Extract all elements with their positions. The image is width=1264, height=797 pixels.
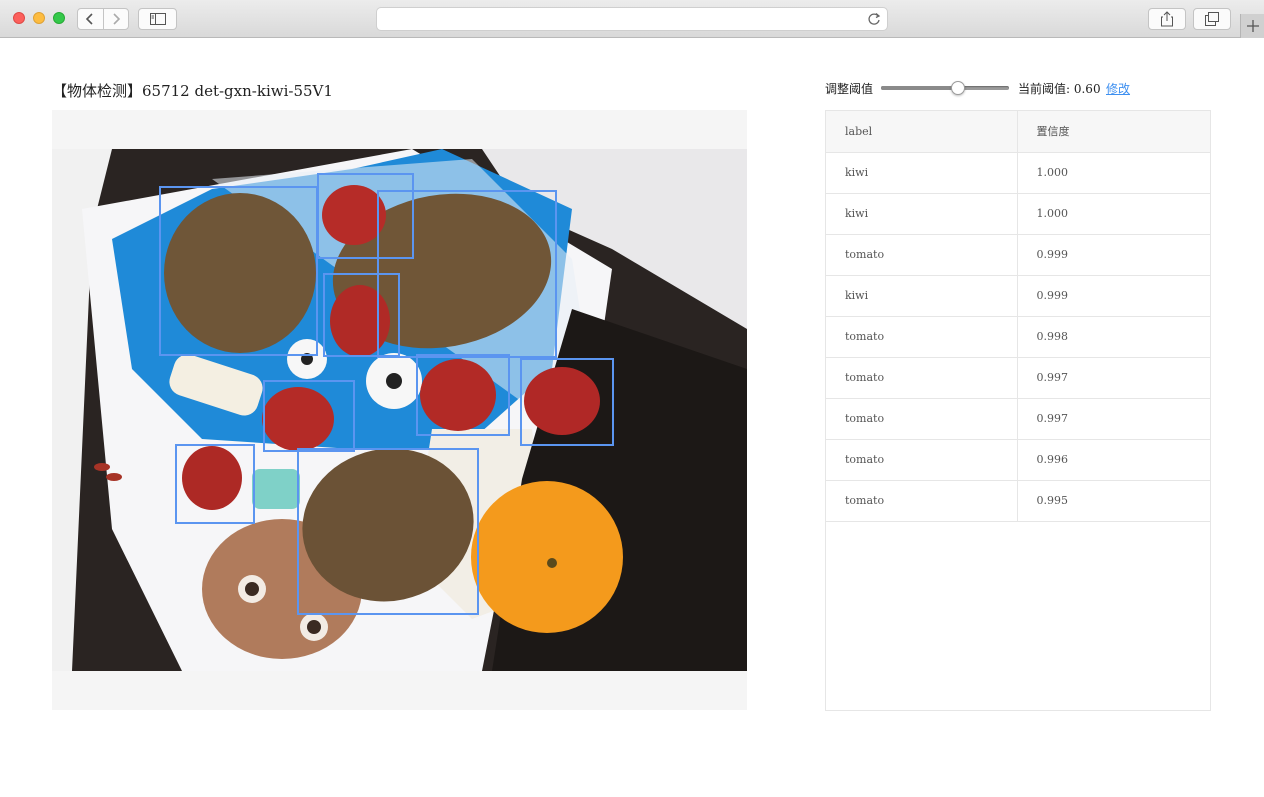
row-label-cell: kiwi: [826, 152, 1017, 194]
share-button[interactable]: [1148, 8, 1186, 30]
table-row[interactable]: tomato 0.996: [826, 439, 1210, 481]
threshold-slider-fill: [881, 86, 958, 90]
row-confidence-cell: 0.995: [1016, 480, 1210, 522]
address-bar[interactable]: [376, 7, 888, 31]
tabs-overview-button[interactable]: [1193, 8, 1231, 30]
row-label-cell: kiwi: [826, 193, 1017, 235]
results-table: label 置信度 kiwi 1.000 kiwi 1.000 tomato 0.999 k…: [826, 111, 1210, 522]
row-label-cell: tomato: [826, 234, 1017, 276]
edit-threshold-link[interactable]: 修改: [1106, 80, 1130, 97]
row-confidence-cell: 0.997: [1016, 357, 1210, 399]
row-label-cell: kiwi: [826, 275, 1017, 317]
tabs-icon: [1205, 12, 1219, 26]
row-label-cell: tomato: [826, 480, 1017, 522]
share-icon: [1161, 11, 1173, 27]
table-row[interactable]: kiwi 1.000: [826, 152, 1210, 194]
address-text: [596, 13, 672, 25]
current-threshold-label: 当前阈值: 0.60: [1018, 82, 1101, 96]
results-table-body: kiwi 1.000 kiwi 1.000 tomato 0.999 kiwi 0.999 to…: [826, 152, 1210, 522]
column-header-confidence[interactable]: 置信度: [1016, 111, 1210, 153]
table-header-row: label 置信度: [826, 111, 1210, 153]
page-title: 【物体检测】65712 det-gxn-kiwi-55V1: [52, 82, 333, 100]
table-row[interactable]: kiwi 1.000: [826, 193, 1210, 235]
row-confidence-cell: 0.998: [1016, 316, 1210, 358]
window-maximize-button[interactable]: [53, 12, 65, 24]
table-row[interactable]: tomato 0.998: [826, 316, 1210, 358]
table-row[interactable]: tomato 0.999: [826, 234, 1210, 276]
image-panel: [52, 110, 747, 710]
row-label-cell: tomato: [826, 398, 1017, 440]
chevron-left-icon: [86, 13, 94, 25]
row-confidence-cell: 0.999: [1016, 234, 1210, 276]
back-button[interactable]: [78, 9, 103, 29]
reload-icon[interactable]: [867, 12, 881, 26]
table-row[interactable]: kiwi 0.999: [826, 275, 1210, 317]
threshold-slider-thumb[interactable]: [950, 81, 965, 95]
window-minimize-button[interactable]: [33, 12, 45, 24]
column-header-label[interactable]: label: [826, 111, 1017, 153]
sidebar-icon: [149, 13, 166, 25]
threshold-controls: 调整阈值 当前阈值: 0.60 修改: [825, 78, 1215, 98]
table-row[interactable]: tomato 0.997: [826, 398, 1210, 440]
plus-icon: [1246, 20, 1259, 32]
row-confidence-cell: 0.999: [1016, 275, 1210, 317]
detection-photo: [52, 149, 747, 671]
row-label-cell: tomato: [826, 316, 1017, 358]
row-confidence-cell: 0.996: [1016, 439, 1210, 481]
row-confidence-cell: 1.000: [1016, 193, 1210, 235]
table-row[interactable]: tomato 0.997: [826, 357, 1210, 399]
forward-button[interactable]: [102, 9, 128, 29]
chevron-right-icon: [113, 13, 121, 25]
threshold-slider[interactable]: [881, 81, 1009, 95]
row-confidence-cell: 1.000: [1016, 152, 1210, 194]
row-label-cell: tomato: [826, 439, 1017, 481]
row-confidence-cell: 0.997: [1016, 398, 1210, 440]
browser-toolbar: [0, 0, 1264, 38]
new-tab-button[interactable]: [1240, 14, 1264, 38]
sidebar-toggle-button[interactable]: [138, 8, 177, 30]
table-row[interactable]: tomato 0.995: [826, 480, 1210, 522]
history-nav: [77, 8, 129, 30]
window-close-button[interactable]: [13, 12, 25, 24]
row-label-cell: tomato: [826, 357, 1017, 399]
threshold-adjust-label: 调整阈值: [825, 82, 874, 96]
detection-image: [52, 149, 747, 671]
results-table-panel: label 置信度 kiwi 1.000 kiwi 1.000 tomato 0.999 k…: [825, 110, 1211, 711]
